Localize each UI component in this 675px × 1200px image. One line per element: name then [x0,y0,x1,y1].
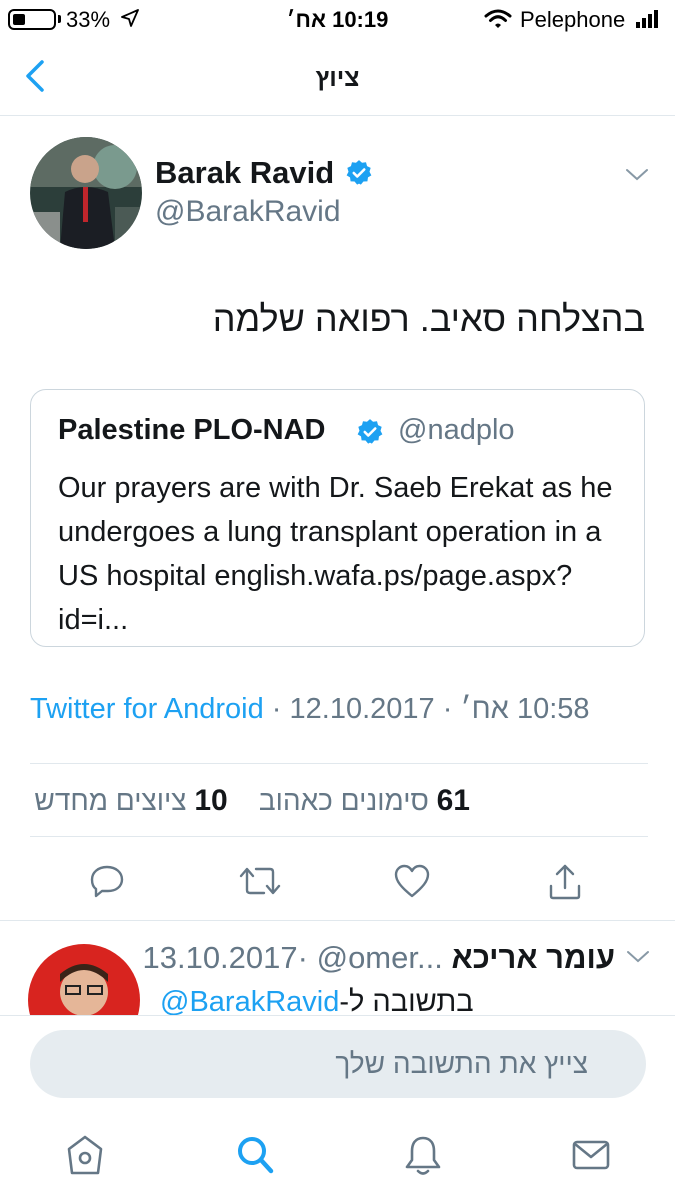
reply-author-handle[interactable]: @omer... [317,940,443,975]
status-bar: 33% 10:19 אח׳ Pelephone [0,0,675,38]
reply-author-name[interactable]: עומר אריכא [451,940,615,975]
likes-count: 61 [436,784,470,817]
author-avatar[interactable] [30,137,142,249]
navigation-bar: ציוץ [0,38,675,116]
divider [30,763,648,764]
tweet-text: בהצלחה סאיב. רפואה שלמה [212,298,645,339]
like-icon[interactable] [392,862,432,900]
meta-separator: · [297,940,308,975]
carrier-name: Pelephone [520,7,626,32]
author-name[interactable]: Barak Ravid [155,155,334,191]
messages-icon[interactable] [570,1133,612,1177]
author-handle[interactable]: @BarakRavid [155,195,341,229]
home-icon[interactable] [64,1133,106,1177]
search-icon[interactable] [234,1133,276,1177]
tweet-time: 10:58 אח׳ [460,693,590,725]
retweet-icon[interactable] [238,862,282,900]
likes-label: סימונים כאהוב [258,785,429,816]
retweets-stat[interactable]: 10 ציוצים מחדש [34,784,228,817]
likes-stat[interactable]: 61 סימונים כאהוב [258,784,470,817]
quoted-tweet-card[interactable]: Palestine PLO-NAD @nadplo Our prayers ar… [30,389,645,647]
chevron-down-icon[interactable] [625,948,651,966]
wifi-icon [484,9,512,28]
reply-prefix: בתשובה ל- [339,986,474,1018]
quoted-author-name: Palestine PLO-NAD [58,414,326,446]
reply-icon[interactable] [88,862,126,900]
verified-badge-icon [346,160,372,185]
tweet-source-link[interactable]: Twitter for Android [30,693,264,725]
divider [0,920,675,921]
meta-separator: · [271,693,290,725]
quoted-tweet-text: Our prayers are with Dr. Saeb Erekat as … [58,472,613,636]
verified-badge-icon [357,419,383,444]
tweet-meta: Twitter for Android · 12.10.2017 · 10:58… [30,693,590,726]
reply-mention-link[interactable]: @BarakRavid [160,986,339,1018]
tweet-stats: 61 סימונים כאהוב 10 ציוצים מחדש [30,784,470,818]
reply-date: 13.10.2017 [142,940,298,975]
reply-composer-input[interactable]: צייץ את התשובה שלך [30,1030,646,1098]
tweet-date: 12.10.2017 [289,693,435,725]
divider [30,836,648,837]
share-icon[interactable] [546,862,584,902]
composer-placeholder: צייץ את התשובה שלך [335,1048,588,1079]
meta-separator: · [442,693,461,725]
retweets-count: 10 [194,784,228,817]
chevron-down-icon[interactable] [624,166,650,184]
quoted-author-handle: @nadplo [398,414,515,446]
notifications-icon[interactable] [402,1133,444,1177]
retweets-label: ציוצים מחדש [34,785,187,816]
reply-header: עומר אריכא @omer... ·13.10.2017 [142,940,615,976]
page-title: ציוץ [315,64,360,92]
signal-strength-icon [636,10,664,28]
